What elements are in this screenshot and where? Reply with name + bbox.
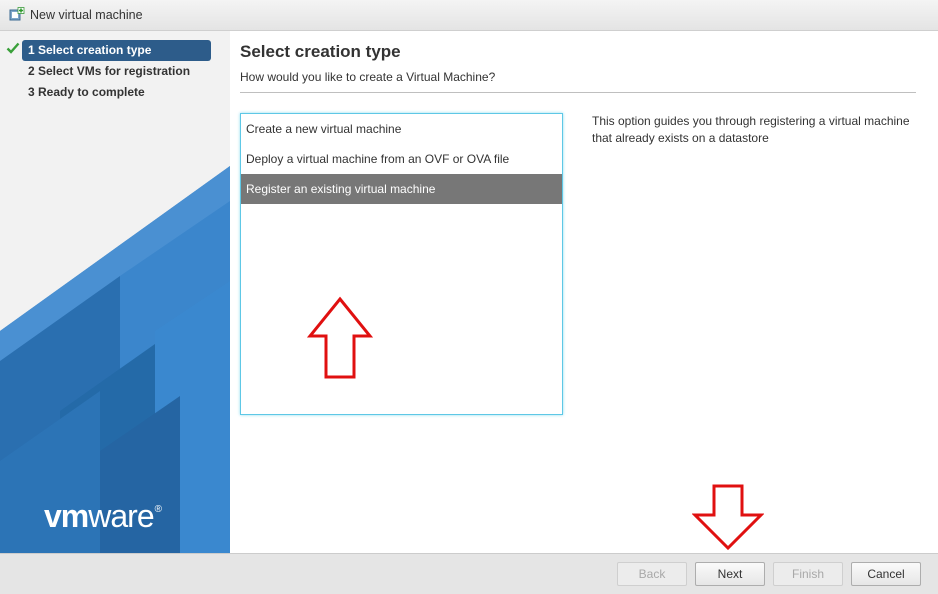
new-vm-icon (9, 7, 25, 21)
main-panel: Select creation type How would you like … (230, 31, 938, 553)
option-deploy-ovf-ova[interactable]: Deploy a virtual machine from an OVF or … (241, 144, 562, 174)
sidebar-background-art (0, 31, 230, 553)
title-bar: New virtual machine (0, 0, 938, 31)
wizard-sidebar: 1 Select creation type 2 Select VMs for … (0, 31, 230, 553)
wizard-footer: Back Next Finish Cancel (0, 553, 938, 594)
step-select-creation-type[interactable]: 1 Select creation type (0, 40, 230, 61)
step-label: 3 Ready to complete (28, 85, 145, 99)
wizard-steps: 1 Select creation type 2 Select VMs for … (0, 40, 230, 103)
step-label: 2 Select VMs for registration (28, 64, 191, 78)
option-description: This option guides you through registeri… (592, 114, 910, 145)
red-down-arrow-icon (692, 484, 764, 551)
vmware-logo: vmware® (44, 498, 162, 534)
step-select-vms-for-registration[interactable]: 2 Select VMs for registration (0, 61, 230, 82)
new-vm-dialog: New virtual machine 1 Select creation ty… (0, 0, 938, 594)
window-title: New virtual machine (30, 8, 143, 22)
page-subtitle: How would you like to create a Virtual M… (240, 70, 496, 84)
cancel-button[interactable]: Cancel (851, 562, 921, 586)
option-register-existing-vm[interactable]: Register an existing virtual machine (241, 174, 562, 204)
page-title: Select creation type (240, 42, 401, 61)
finish-button[interactable]: Finish (773, 562, 843, 586)
check-icon (6, 42, 20, 54)
header-divider (240, 92, 916, 93)
back-button[interactable]: Back (617, 562, 687, 586)
next-button[interactable]: Next (695, 562, 765, 586)
creation-type-list[interactable]: Create a new virtual machine Deploy a vi… (240, 113, 563, 415)
step-label: 1 Select creation type (28, 43, 152, 57)
step-ready-to-complete[interactable]: 3 Ready to complete (0, 82, 230, 103)
red-up-arrow-icon (307, 296, 373, 379)
option-create-new-vm[interactable]: Create a new virtual machine (241, 114, 562, 144)
